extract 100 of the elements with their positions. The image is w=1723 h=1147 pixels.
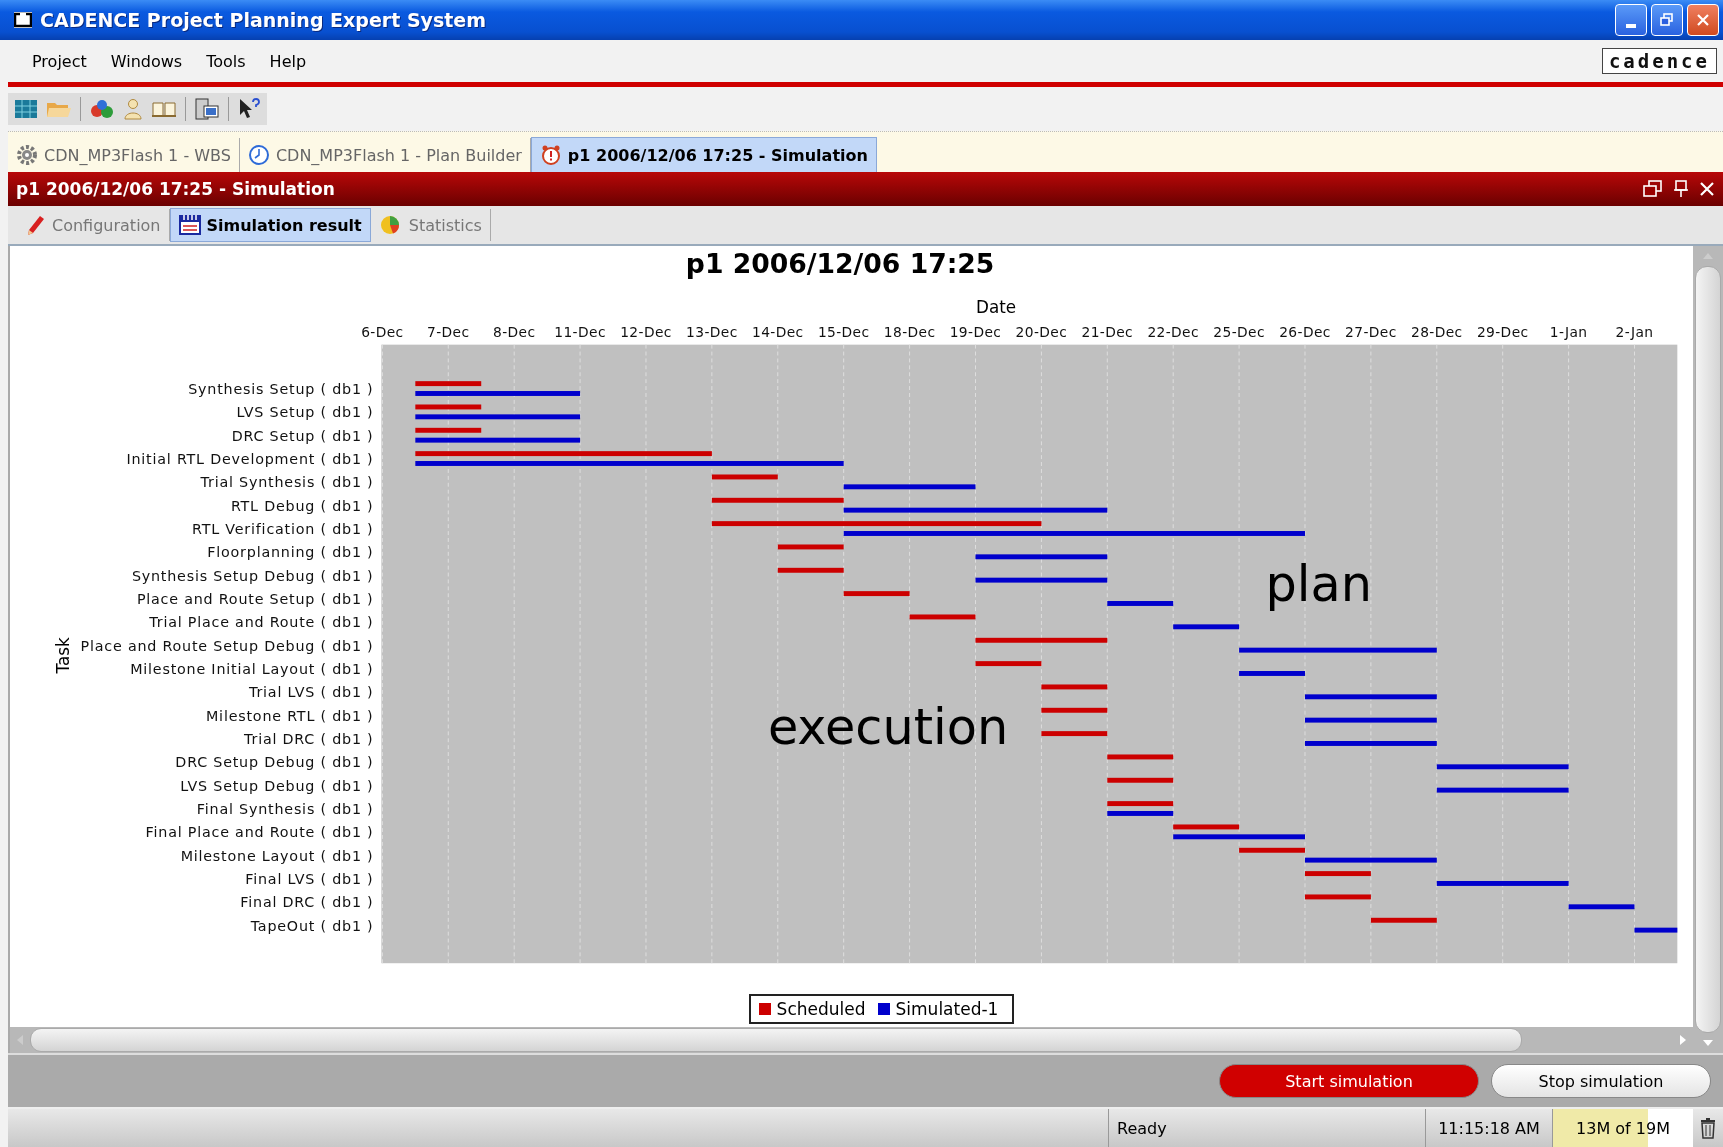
window-icon	[14, 12, 32, 28]
gantt-bar	[1173, 624, 1240, 630]
menu-item[interactable]: Tools	[196, 51, 260, 71]
gantt-bar	[415, 427, 482, 433]
task-label: Milestone RTL ( db1 )	[206, 707, 374, 724]
legend-label: Scheduled	[776, 998, 866, 1019]
panel-title: p1 2006/12/06 17:25 - Simulation	[16, 179, 335, 199]
task-label: DRC Setup ( db1 )	[231, 427, 374, 444]
gantt-bar	[1305, 894, 1371, 900]
task-label: Initial RTL Development ( db1 )	[126, 451, 374, 467]
gantt-bar	[1107, 777, 1174, 783]
tick-label: 19-Dec	[949, 323, 1002, 340]
close-button[interactable]	[1687, 4, 1719, 36]
stop-button[interactable]: Stop simulation	[1491, 1064, 1711, 1098]
pin-icon[interactable]	[1673, 180, 1689, 198]
gantt-bar	[1107, 801, 1174, 807]
person-icon[interactable]	[123, 98, 143, 120]
gantt-bar	[711, 474, 778, 480]
calendar-icon	[178, 214, 201, 236]
task-label: Floorplanning ( db1 )	[207, 544, 374, 561]
memory-meter: 13M of 19M	[1552, 1109, 1693, 1147]
gantt-bar	[1239, 671, 1305, 676]
menu-item[interactable]: Project	[22, 51, 101, 71]
tick-label: 21-Dec	[1081, 323, 1134, 340]
tick-label: 8-Dec	[492, 323, 536, 340]
annotation-label: execution	[767, 697, 1009, 756]
restore-icon[interactable]	[1643, 180, 1663, 198]
gantt-bar	[1041, 684, 1108, 690]
status-text: Ready	[1108, 1109, 1425, 1147]
window-title: CADENCE Project Planning Expert System	[40, 9, 487, 31]
gantt-bar	[415, 381, 482, 387]
axis-title: Task	[52, 637, 73, 674]
gantt-bar	[777, 544, 844, 550]
minimize-button[interactable]	[1615, 4, 1647, 36]
tick-label: 15-Dec	[817, 323, 870, 340]
gantt-bar	[1370, 917, 1437, 923]
close-icon	[1696, 13, 1710, 27]
tick-label: 25-Dec	[1213, 323, 1265, 340]
tick-label: 26-Dec	[1279, 323, 1331, 340]
gantt-bar	[1239, 847, 1305, 853]
gear-icon	[16, 144, 38, 166]
maximize-button[interactable]	[1651, 4, 1683, 36]
menu-item[interactable]: Help	[259, 51, 321, 71]
tick-label: 20-Dec	[1015, 323, 1068, 340]
computer-icon[interactable]	[194, 97, 220, 121]
task-label: Final Place and Route ( db1 )	[145, 824, 374, 841]
tick-label: 11-Dec	[554, 323, 606, 340]
gantt-bar	[1568, 904, 1635, 910]
view-tab[interactable]: Configuration	[18, 209, 170, 241]
view-tab[interactable]: Simulation result	[169, 208, 371, 242]
gantt-bar	[415, 404, 482, 410]
task-label: DRC Setup Debug ( db1 )	[175, 754, 374, 771]
tick-label: 12-Dec	[620, 323, 672, 340]
tick-label: 7-Dec	[427, 323, 470, 340]
task-label: TapeOut ( db1 )	[250, 917, 374, 934]
close-icon[interactable]	[1699, 181, 1715, 197]
alarm-clock-icon	[539, 144, 562, 166]
task-label: Place and Route Setup ( db1 )	[136, 590, 374, 607]
start-button[interactable]: Start simulation	[1219, 1064, 1479, 1098]
gantt-bar	[1107, 601, 1174, 606]
task-label: Synthesis Setup Debug ( db1 )	[131, 567, 374, 584]
task-label: Place and Route Setup Debug ( db1 )	[80, 637, 374, 654]
pencil-icon	[26, 214, 46, 236]
document-tab[interactable]: p1 2006/12/06 17:25 - Simulation	[530, 137, 877, 172]
gantt-bar	[1107, 811, 1174, 816]
task-label: Synthesis Setup ( db1 )	[188, 381, 374, 397]
tick-label: 2-Jan	[1615, 323, 1654, 340]
chart-title: p1 2006/12/06 17:25	[685, 247, 995, 279]
task-label: Trial Synthesis ( db1 )	[200, 474, 374, 491]
task-label: RTL Verification ( db1 )	[192, 520, 374, 537]
gantt-bar	[1107, 754, 1174, 760]
gantt-bar	[1173, 824, 1240, 830]
tick-label: 28-Dec	[1411, 323, 1463, 340]
axis-title: Date	[975, 297, 1017, 318]
trash-icon[interactable]	[1699, 1117, 1717, 1139]
gantt-bar	[1041, 707, 1108, 713]
task-label: Final DRC ( db1 )	[240, 894, 374, 911]
view-tab[interactable]: Statistics	[370, 209, 491, 241]
tick-label: 22-Dec	[1147, 323, 1199, 340]
task-label: Trial DRC ( db1 )	[244, 730, 374, 747]
tick-label: 13-Dec	[686, 323, 738, 340]
gantt-bar	[843, 591, 910, 597]
gantt-bar	[1634, 927, 1678, 933]
task-label: Milestone Layout ( db1 )	[180, 847, 374, 864]
grid-icon[interactable]	[14, 98, 38, 120]
task-label: Final Synthesis ( db1 )	[196, 800, 374, 817]
menu-item[interactable]: Windows	[100, 51, 197, 71]
minimize-icon	[1626, 24, 1636, 28]
tick-label: 6-Dec	[361, 323, 404, 340]
tick-label: 18-Dec	[883, 323, 936, 340]
task-label: Trial Place and Route ( db1 )	[149, 614, 374, 631]
help-pointer-icon[interactable]	[237, 97, 261, 121]
gantt-bar	[975, 661, 1042, 667]
task-label: Trial LVS ( db1 )	[249, 684, 374, 701]
task-label: LVS Setup ( db1 )	[236, 404, 374, 421]
annotation-label: plan	[1265, 555, 1372, 614]
task-label: Final LVS ( db1 )	[245, 870, 374, 887]
gantt-bar	[909, 614, 976, 620]
tick-label: 14-Dec	[752, 323, 804, 340]
task-label: RTL Debug ( db1 )	[230, 497, 374, 514]
